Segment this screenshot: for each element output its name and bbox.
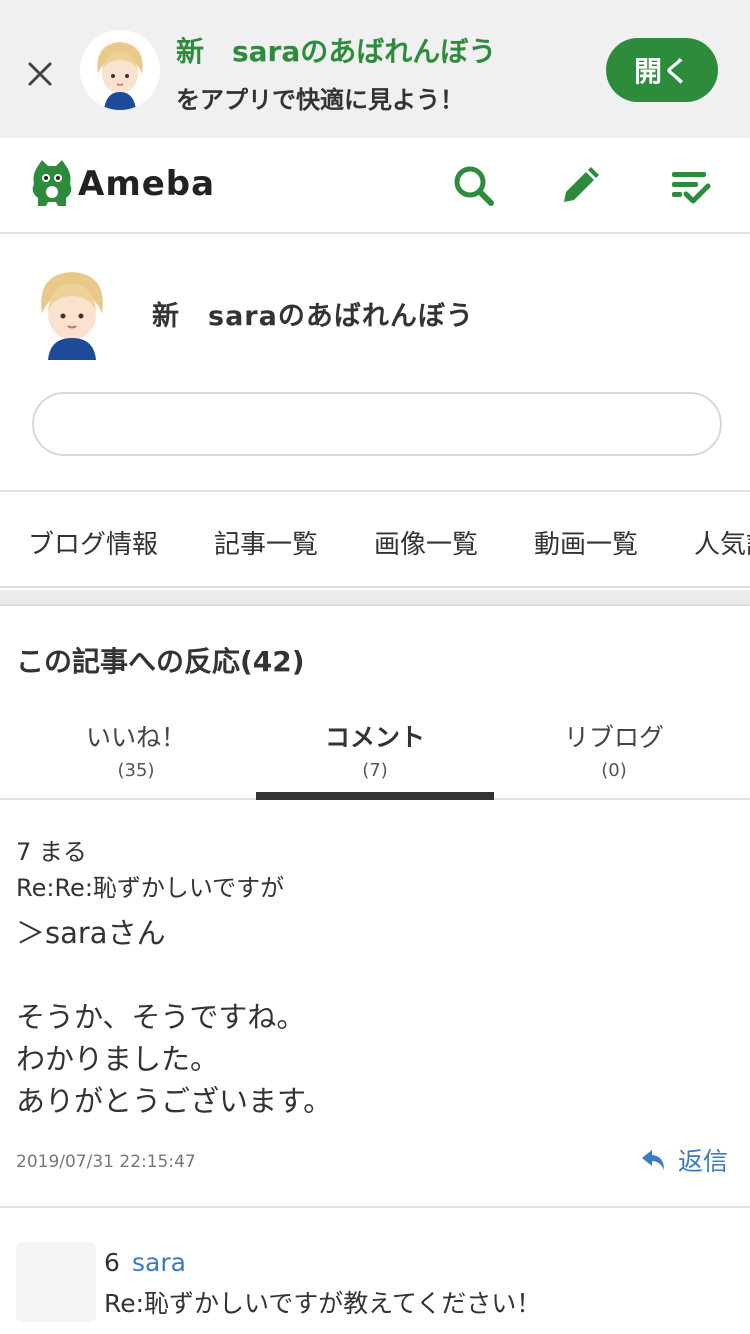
search-icon[interactable] — [452, 164, 496, 208]
nav-blog-info[interactable]: ブログ情報 — [28, 524, 158, 561]
comment-header: 7 まる — [16, 838, 87, 866]
comment-date: 2019/07/31 22:15:47 — [16, 1152, 196, 1172]
tab-count: (7) — [362, 760, 388, 781]
reply-button[interactable]: 返信 — [640, 1142, 728, 1178]
tab-likes[interactable]: いいね！ (35) — [16, 700, 256, 800]
comment-number: 6 — [104, 1248, 120, 1277]
reply-icon — [642, 1150, 664, 1170]
tab-reblogs[interactable]: リブログ (0) — [494, 700, 734, 800]
ameba-mascot-icon — [32, 160, 72, 206]
banner-blog-title: 新 saraのあばれんぼう — [176, 35, 497, 68]
nav-article-list[interactable]: 記事一覧 — [214, 524, 318, 561]
reply-label: 返信 — [678, 1147, 729, 1176]
blog-profile: 新 saraのあばれんぼう — [0, 234, 750, 492]
active-tab-indicator — [256, 792, 494, 800]
reactions-title: この記事への反応(42) — [16, 645, 305, 678]
comment-item: 7 まる Re:Re:恥ずかしいですが ＞saraさん そうか、そうですね。 わ… — [0, 802, 750, 1208]
logo-text: Ameba — [78, 164, 216, 204]
tab-count: (35) — [117, 760, 155, 781]
reaction-tabs: いいね！ (35) コメント (7) リブログ (0) — [0, 700, 750, 800]
nav-image-list[interactable]: 画像一覧 — [374, 524, 478, 561]
blog-nav: ブログ情報 記事一覧 画像一覧 動画一覧 人気記 — [0, 494, 750, 588]
profile-avatar[interactable] — [30, 264, 114, 360]
tab-label: リブログ — [563, 723, 664, 752]
nav-popular[interactable]: 人気記 — [694, 524, 750, 561]
banner-subtitle: をアプリで快適に見よう！ — [176, 86, 464, 114]
blog-avatar — [80, 30, 160, 110]
checklist-icon[interactable] — [668, 164, 712, 208]
tab-count: (0) — [601, 760, 627, 781]
follow-button[interactable] — [32, 392, 722, 456]
commenter-avatar[interactable] — [16, 1242, 96, 1322]
comment-item: 6 sara Re:恥ずかしいですが教えてください！ — [0, 1210, 750, 1334]
open-app-button[interactable]: 開く — [606, 38, 718, 102]
close-icon[interactable] — [20, 54, 60, 94]
pencil-icon[interactable] — [558, 164, 602, 208]
app-banner: 新 saraのあばれんぼう をアプリで快適に見よう！ 開く — [0, 0, 750, 138]
tab-label: コメント — [324, 723, 425, 752]
section-divider — [0, 590, 750, 606]
comment-author-link[interactable]: sara — [132, 1248, 186, 1277]
site-header: Ameba — [0, 138, 750, 234]
tab-comments[interactable]: コメント (7) — [256, 700, 494, 800]
ameba-logo[interactable]: Ameba — [30, 158, 215, 210]
nav-video-list[interactable]: 動画一覧 — [534, 524, 638, 561]
comment-body: ＞saraさん そうか、そうですね。 わかりました。 ありがとうございます。 — [16, 916, 333, 1118]
comment-title: Re:Re:恥ずかしいですが — [16, 874, 285, 902]
tab-label: いいね！ — [85, 723, 186, 752]
comment-title: Re:恥ずかしいですが教えてください！ — [104, 1289, 542, 1318]
profile-blog-name: 新 saraのあばれんぼう — [152, 301, 474, 332]
